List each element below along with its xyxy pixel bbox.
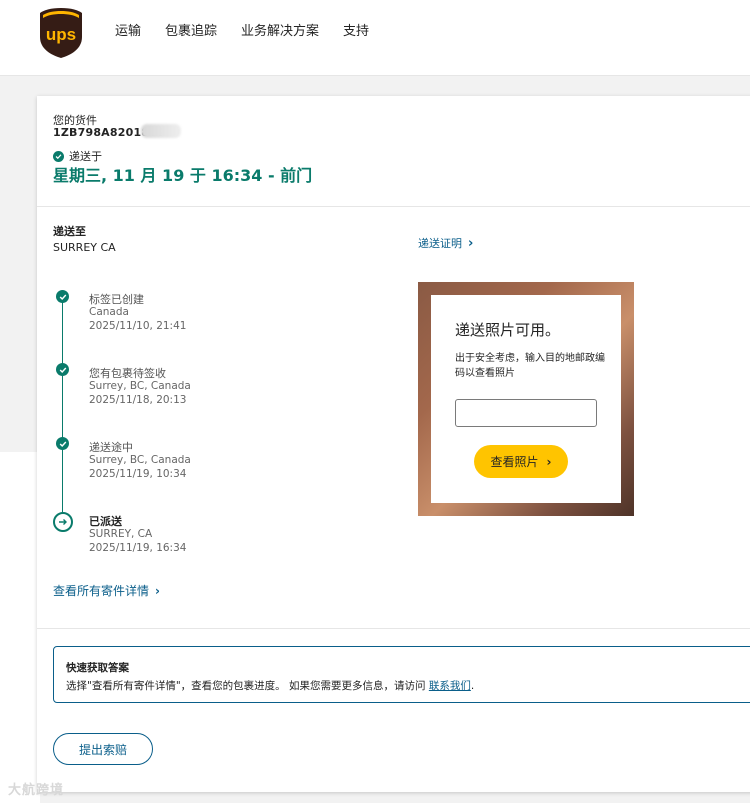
ship-to-label: 递送至: [53, 225, 86, 238]
timeline-location: SURREY, CA: [89, 528, 153, 540]
photo-title: 递送照片可用。: [455, 321, 561, 339]
timeline-time: 2025/11/19, 10:34: [89, 468, 187, 480]
nav-tracking[interactable]: 包裹追踪: [165, 22, 217, 42]
check-icon: [53, 150, 64, 162]
tracking-card: 您的货件 1ZB798A8201868 递送于 星期三, 11 月 19 于 1…: [37, 96, 750, 792]
check-icon: [56, 437, 69, 450]
divider: [37, 628, 750, 629]
redacted-blur: [141, 124, 181, 138]
main-nav: 运输 包裹追踪 业务解决方案 支持: [115, 22, 393, 42]
check-icon: [56, 363, 69, 376]
view-photo-label: 查看照片: [490, 455, 539, 469]
contact-us-link[interactable]: 联系我们: [429, 680, 471, 692]
quick-answers-body: 选择"查看所有寄件详情"，查看您的包裹进度。 如果您需要更多信息，请访问: [66, 680, 429, 692]
delivery-photo-panel: 递送照片可用。 出于安全考虑，输入目的地邮政编码以查看照片 查看照片 ›: [418, 282, 634, 516]
page-background: [0, 452, 40, 803]
ship-to-city: SURREY CA: [53, 241, 116, 254]
proof-of-delivery-label: 递送证明: [418, 237, 462, 250]
timeline-location: Canada: [89, 306, 129, 318]
timeline-location: Surrey, BC, Canada: [89, 454, 191, 466]
chevron-right-icon: ›: [468, 235, 474, 251]
arrow-right-icon: [53, 512, 73, 532]
nav-shipping[interactable]: 运输: [115, 22, 141, 42]
proof-of-delivery-link[interactable]: 递送证明 ›: [418, 235, 473, 251]
ups-logo[interactable]: ups: [39, 7, 83, 59]
timeline-location: Surrey, BC, Canada: [89, 380, 191, 392]
check-icon: [56, 290, 69, 303]
quick-answers-box: 快速获取答案 选择"查看所有寄件详情"，查看您的包裹进度。 如果您需要更多信息，…: [53, 646, 750, 703]
nav-business-solutions[interactable]: 业务解决方案: [241, 22, 319, 42]
view-all-details-label: 查看所有寄件详情: [53, 584, 150, 598]
svg-text:ups: ups: [46, 25, 76, 44]
quick-answers-title: 快速获取答案: [66, 662, 129, 674]
file-claim-button[interactable]: 提出索赔: [53, 733, 153, 765]
chevron-right-icon: ›: [546, 454, 552, 469]
divider: [37, 206, 750, 207]
timeline-time: 2025/11/10, 21:41: [89, 320, 187, 332]
view-photo-button[interactable]: 查看照片 ›: [474, 445, 568, 478]
timeline-line: [62, 297, 63, 522]
view-all-details-link[interactable]: 查看所有寄件详情 ›: [53, 582, 160, 599]
site-header: ups 运输 包裹追踪 业务解决方案 支持: [0, 0, 750, 76]
timeline-time: 2025/11/18, 20:13: [89, 394, 187, 406]
delivered-date: 星期三, 11 月 19 于 16:34 - 前门: [53, 166, 313, 185]
postal-code-input[interactable]: [455, 399, 597, 427]
timeline-time: 2025/11/19, 16:34: [89, 542, 187, 554]
photo-description: 出于安全考虑，输入目的地邮政编码以查看照片: [455, 353, 605, 379]
photo-access-form: 递送照片可用。 出于安全考虑，输入目的地邮政编码以查看照片 查看照片 ›: [431, 295, 621, 503]
quick-answers-suffix: .: [470, 680, 475, 692]
quick-answers-text: 选择"查看所有寄件详情"，查看您的包裹进度。 如果您需要更多信息，请访问 联系我…: [66, 678, 474, 693]
chevron-right-icon: ›: [155, 583, 160, 598]
watermark: 大航跨境: [8, 783, 65, 798]
nav-support[interactable]: 支持: [343, 22, 369, 42]
